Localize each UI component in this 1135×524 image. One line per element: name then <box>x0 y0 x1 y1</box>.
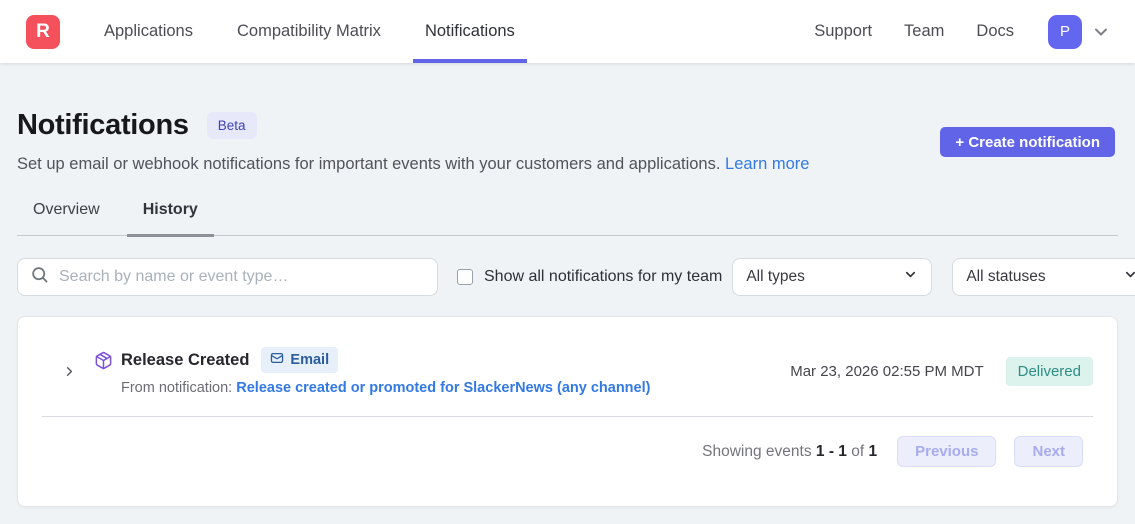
search-input[interactable] <box>59 268 425 286</box>
event-details: Release Created Email From notification:… <box>94 347 790 396</box>
description-text: Set up email or webhook notifications fo… <box>17 155 720 173</box>
nav-item-compatibility-matrix[interactable]: Compatibility Matrix <box>225 0 393 63</box>
pagination-total: 1 <box>868 443 877 460</box>
event-row: Release Created Email From notification:… <box>18 317 1117 416</box>
type-filter-value: All types <box>746 268 805 286</box>
pagination-range: 1 - 1 <box>816 443 847 460</box>
primary-nav: Applications Compatibility Matrix Notifi… <box>92 0 547 63</box>
type-filter-select[interactable]: All types <box>732 258 932 296</box>
nav-item-notifications[interactable]: Notifications <box>413 0 527 63</box>
beta-badge: Beta <box>207 112 257 139</box>
event-timestamp: Mar 23, 2026 02:55 PM MDT <box>790 363 983 380</box>
expand-row-chevron-icon[interactable] <box>62 364 77 379</box>
secondary-nav: Support Team Docs P <box>802 15 1135 49</box>
search-icon <box>30 265 49 289</box>
nav-item-team[interactable]: Team <box>892 22 956 41</box>
pagination-bar: Showing events 1 - 1 of 1 Previous Next <box>18 417 1117 506</box>
page-description: Set up email or webhook notifications fo… <box>17 155 1118 174</box>
nav-item-applications[interactable]: Applications <box>92 0 205 63</box>
status-badge: Delivered <box>1006 357 1093 386</box>
team-filter-label: Show all notifications for my team <box>484 268 722 286</box>
search-box[interactable] <box>17 258 438 296</box>
team-filter-checkbox-group: Show all notifications for my team <box>457 268 722 286</box>
tab-overview[interactable]: Overview <box>17 201 116 237</box>
event-source-line: From notification: Release created or pr… <box>121 380 790 396</box>
avatar[interactable]: P <box>1048 15 1082 49</box>
pagination-of: of <box>851 443 864 460</box>
event-title-line: Release Created Email <box>94 347 790 373</box>
package-icon <box>94 351 113 370</box>
event-meta: Mar 23, 2026 02:55 PM MDT Delivered <box>790 357 1093 386</box>
envelope-icon <box>270 351 284 369</box>
previous-page-button[interactable]: Previous <box>897 436 996 467</box>
learn-more-link[interactable]: Learn more <box>725 155 809 173</box>
page-title: Notifications <box>17 109 189 142</box>
from-notification-label: From notification: <box>121 380 232 396</box>
source-notification-link[interactable]: Release created or promoted for SlackerN… <box>236 380 650 396</box>
events-card: Release Created Email From notification:… <box>17 316 1118 507</box>
create-notification-button[interactable]: + Create notification <box>940 127 1115 157</box>
tab-bar: Overview History <box>17 201 1118 236</box>
status-filter-select[interactable]: All statuses <box>952 258 1135 296</box>
filter-bar: Show all notifications for my team All t… <box>17 258 1118 296</box>
next-page-button[interactable]: Next <box>1014 436 1083 467</box>
top-navbar: R Applications Compatibility Matrix Noti… <box>0 0 1135 63</box>
pagination-prefix: Showing events <box>702 443 811 460</box>
tab-history[interactable]: History <box>127 201 214 237</box>
logo-letter: R <box>36 21 50 43</box>
app-logo[interactable]: R <box>26 15 60 49</box>
nav-item-support[interactable]: Support <box>802 22 884 41</box>
chevron-down-icon <box>1123 267 1135 287</box>
chevron-down-icon <box>903 267 918 287</box>
account-menu[interactable]: P <box>1048 15 1111 49</box>
team-filter-checkbox[interactable] <box>457 269 473 285</box>
avatar-letter: P <box>1060 23 1070 40</box>
event-name: Release Created <box>121 351 249 370</box>
channel-badge: Email <box>261 347 338 373</box>
main-content: Notifications Beta + Create notification… <box>0 109 1135 507</box>
chevron-down-icon[interactable] <box>1091 22 1111 42</box>
pagination-summary: Showing events 1 - 1 of 1 <box>702 443 877 461</box>
nav-item-docs[interactable]: Docs <box>964 22 1026 41</box>
channel-label: Email <box>290 352 329 368</box>
status-filter-value: All statuses <box>966 268 1045 286</box>
